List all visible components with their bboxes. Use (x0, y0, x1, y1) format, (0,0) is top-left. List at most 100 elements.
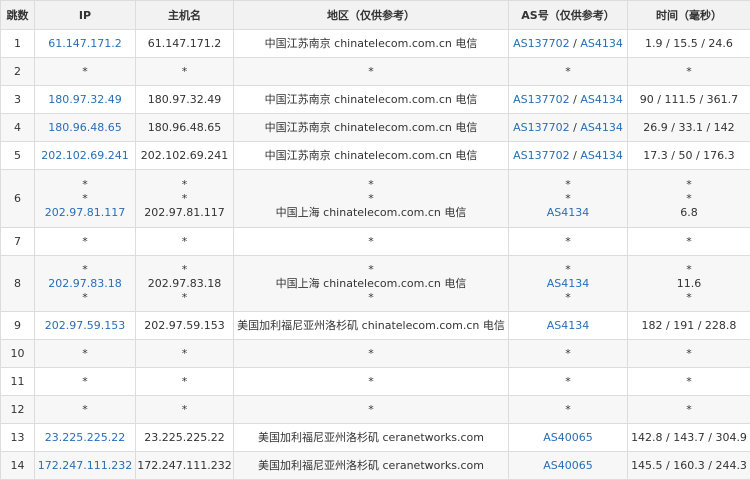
as-value: * (565, 374, 571, 388)
time-cell: 90 / 111.5 / 361.7 (627, 85, 750, 114)
table-row: 3 180.97.32.49 180.97.32.49 中国江苏南京 chinatel… (0, 85, 750, 114)
as-separator: / (569, 92, 581, 106)
hop-cell: 4 (0, 113, 35, 142)
hostname-cell: 202.102.69.241 (135, 141, 234, 170)
as-value: * (565, 262, 571, 276)
as-value: * (565, 234, 571, 248)
as-link[interactable]: AS4134 (547, 319, 590, 332)
as-cell: * * AS4134 (508, 169, 628, 228)
as-line: * (509, 291, 627, 305)
region-cell: 中国江苏南京 chinatelecom.com.cn 电信 (233, 113, 509, 142)
time-value: * (686, 177, 692, 191)
as-line: AS137702 / AS4134 (509, 37, 627, 51)
time-cell: 145.5 / 160.3 / 244.3 (627, 451, 750, 480)
as-link[interactable]: AS137702 (513, 93, 570, 106)
ip-cell: * (34, 395, 136, 424)
table-row: 11 * * * * * (0, 367, 750, 396)
hostname-cell: * (135, 57, 234, 86)
as-value: * (565, 177, 571, 191)
hostname-value: * (181, 290, 188, 304)
as-value: * (565, 346, 571, 360)
hostname-value: 180.97.32.49 (147, 92, 222, 106)
hostname-value: * (181, 234, 188, 248)
hop-number: 12 (10, 403, 25, 416)
as-cell: * (508, 395, 628, 424)
hop-number: 5 (14, 149, 21, 162)
as-link[interactable]: AS40065 (543, 459, 593, 472)
region-value: 美国加利福尼亚州洛杉矶 ceranetworks.com (258, 458, 484, 472)
traceroute-table: 跳数 IP 主机名 地区（仅供参考） AS号（仅供参考） 时间（毫秒） 1 61.… (0, 0, 750, 480)
region-value: * (368, 262, 374, 276)
as-link[interactable]: AS40065 (543, 431, 593, 444)
hop-cell: 12 (0, 395, 35, 424)
hostname-value: 172.247.111.232 (137, 458, 232, 472)
time-cell: 1.9 / 15.5 / 24.6 (627, 29, 750, 58)
ip-link[interactable]: 180.97.32.49 (35, 93, 135, 107)
hostname-value: 61.147.171.2 (147, 36, 222, 50)
table-row: 6 * * 202.97.81.117 * * 202.97.81.117 * * 中国上海 ch… (0, 169, 750, 228)
hostname-cell: * (135, 395, 234, 424)
hostname-value: 202.97.59.153 (144, 318, 225, 332)
ip-link[interactable]: 202.97.59.153 (35, 319, 135, 333)
ip-link[interactable]: 202.97.83.18 (35, 277, 135, 291)
as-link[interactable]: AS137702 (513, 149, 570, 162)
hostname-value: * (181, 374, 188, 388)
as-link[interactable]: AS4134 (547, 277, 590, 290)
region-value: * (368, 177, 374, 191)
hop-cell: 10 (0, 339, 35, 368)
time-value: 145.5 / 160.3 / 244.3 (631, 458, 747, 472)
time-cell: 182 / 191 / 228.8 (627, 311, 750, 340)
as-link[interactable]: AS137702 (513, 121, 570, 134)
time-value: * (686, 346, 692, 360)
ip-value: * (82, 177, 88, 191)
region-cell: * 中国上海 chinatelecom.com.cn 电信 * (233, 255, 509, 312)
hop-number: 10 (10, 347, 25, 360)
hostname-value: 180.96.48.65 (147, 120, 222, 134)
as-cell: AS137702 / AS4134 (508, 85, 628, 114)
hop-cell: 13 (0, 423, 35, 452)
hop-number: 7 (14, 235, 21, 248)
ip-value: * (82, 191, 88, 205)
time-value: 6.8 (680, 205, 698, 219)
as-link[interactable]: AS4134 (580, 93, 623, 106)
time-value: * (686, 402, 692, 416)
ip-cell: * 202.97.83.18 * (34, 255, 136, 312)
ip-link[interactable]: 23.225.225.22 (35, 431, 135, 445)
ip-link[interactable]: 180.96.48.65 (35, 121, 135, 135)
hostname-value: * (181, 191, 188, 205)
as-line: * (509, 235, 627, 249)
hostname-value: 202.97.83.18 (147, 276, 222, 290)
ip-link[interactable]: 202.97.81.117 (35, 206, 135, 220)
time-value: 1.9 / 15.5 / 24.6 (645, 36, 733, 50)
ip-value: * (82, 64, 88, 78)
as-link[interactable]: AS4134 (547, 206, 590, 219)
ip-cell: 61.147.171.2 (34, 29, 136, 58)
ip-value: * (82, 262, 88, 276)
time-value: 182 / 191 / 228.8 (641, 318, 737, 332)
time-cell: * (627, 339, 750, 368)
hop-number: 9 (14, 319, 21, 332)
ip-link[interactable]: 202.102.69.241 (35, 149, 135, 163)
hostname-value: 202.97.81.117 (144, 205, 225, 219)
as-link[interactable]: AS4134 (580, 149, 623, 162)
ip-link[interactable]: 61.147.171.2 (35, 37, 135, 51)
ip-cell: * (34, 227, 136, 256)
as-separator: / (569, 36, 581, 50)
ip-cell: 23.225.225.22 (34, 423, 136, 452)
time-cell: 26.9 / 33.1 / 142 (627, 113, 750, 142)
as-link[interactable]: AS4134 (580, 37, 623, 50)
region-value: * (368, 346, 374, 360)
hop-number: 14 (10, 459, 25, 472)
as-cell: * (508, 57, 628, 86)
region-value: 美国加利福尼亚州洛杉矶 ceranetworks.com (258, 430, 484, 444)
ip-cell: 180.97.32.49 (34, 85, 136, 114)
hop-number: 3 (14, 93, 21, 106)
region-value: 中国上海 chinatelecom.com.cn 电信 (275, 276, 467, 290)
as-link[interactable]: AS4134 (580, 121, 623, 134)
ip-link[interactable]: 172.247.111.232 (35, 459, 135, 473)
as-link[interactable]: AS137702 (513, 37, 570, 50)
region-cell: 中国江苏南京 chinatelecom.com.cn 电信 (233, 85, 509, 114)
hostname-cell: * 202.97.83.18 * (135, 255, 234, 312)
as-line: * (509, 192, 627, 206)
hostname-cell: * (135, 339, 234, 368)
